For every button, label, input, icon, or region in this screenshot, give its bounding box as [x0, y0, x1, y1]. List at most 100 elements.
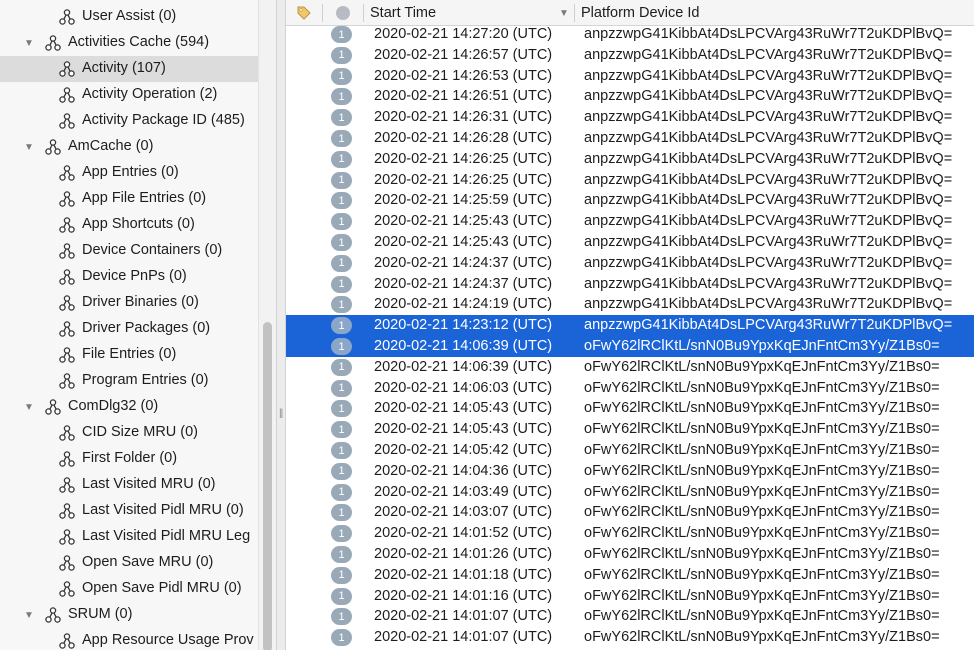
tree-item[interactable]: Activity Package ID (485) — [0, 108, 258, 134]
hierarchy-node-icon — [59, 347, 75, 363]
count-badge: 1 — [331, 546, 352, 563]
tree-item[interactable]: ▼ SRUM (0) — [0, 602, 258, 628]
table-row[interactable]: 1 2020-02-21 14:24:37 (UTC) anpzzwpG41Kibb… — [286, 253, 974, 274]
table-row[interactable]: 1 2020-02-21 14:25:43 (UTC) anpzzwpG41Kibb… — [286, 211, 974, 232]
table-row[interactable]: 1 2020-02-21 14:01:18 (UTC) oFwY62lRClKtL/… — [286, 565, 974, 586]
table-row[interactable]: 1 2020-02-21 14:05:43 (UTC) oFwY62lRClKtL/… — [286, 398, 974, 419]
tree-item[interactable]: Last Visited Pidl MRU Leg — [0, 524, 258, 550]
disclosure-triangle-down-icon[interactable]: ▼ — [23, 401, 35, 413]
tree-item[interactable]: Open Save MRU (0) — [0, 550, 258, 576]
tree-item[interactable]: ▼ Activities Cache (594) — [0, 30, 258, 56]
table-row[interactable]: 1 2020-02-21 14:26:25 (UTC) anpzzwpG41Kibb… — [286, 170, 974, 191]
tree-item[interactable]: Open Save Pidl MRU (0) — [0, 576, 258, 602]
column-divider[interactable] — [363, 4, 364, 22]
tree-item[interactable]: App Shortcuts (0) — [0, 212, 258, 238]
table-row[interactable]: 1 2020-02-21 14:04:36 (UTC) oFwY62lRClKtL/… — [286, 461, 974, 482]
tree-item[interactable]: ▼ ComDlg32 (0) — [0, 394, 258, 420]
tree-item[interactable]: CID Size MRU (0) — [0, 420, 258, 446]
table-row[interactable]: 1 2020-02-21 14:01:07 (UTC) oFwY62lRClKtL/… — [286, 606, 974, 627]
tree-item[interactable]: Driver Binaries (0) — [0, 290, 258, 316]
tree-item[interactable]: App File Entries (0) — [0, 186, 258, 212]
table-row[interactable]: 1 2020-02-21 14:01:26 (UTC) oFwY62lRClKtL/… — [286, 544, 974, 565]
disclosure-triangle-down-icon[interactable]: ▼ — [23, 141, 35, 153]
column-divider[interactable] — [574, 4, 575, 22]
count-badge: 1 — [331, 379, 352, 397]
tree-item[interactable]: Activity (107) — [0, 56, 258, 82]
table-row[interactable]: 1 2020-02-21 14:26:31 (UTC) anpzzwpG41Kibb… — [286, 107, 974, 128]
table-row[interactable]: 1 2020-02-21 14:24:37 (UTC) anpzzwpG41Kibb… — [286, 274, 974, 295]
column-header-platform-device-id[interactable]: Platform Device Id — [581, 0, 971, 26]
start-time-cell: 2020-02-21 14:26:57 (UTC) — [374, 46, 553, 63]
table-row[interactable]: 1 2020-02-21 14:27:20 (UTC) anpzzwpG41Kibb… — [286, 24, 974, 45]
start-time-cell: 2020-02-21 14:25:59 (UTC) — [374, 192, 553, 209]
table-row[interactable]: 1 2020-02-21 14:25:43 (UTC) anpzzwpG41Kibb… — [286, 232, 974, 253]
tree-scrollbar-thumb[interactable] — [263, 322, 272, 650]
table-row[interactable]: 1 2020-02-21 14:06:39 (UTC) oFwY62lRClKtL/… — [286, 357, 974, 378]
platform-device-id-cell: anpzzwpG41KibbAt4DsLPCVArg43RuWr7T2uKDPl… — [584, 109, 953, 126]
platform-device-id-cell: anpzzwpG41KibbAt4DsLPCVArg43RuWr7T2uKDPl… — [584, 46, 953, 63]
tree-item[interactable]: Last Visited MRU (0) — [0, 472, 258, 498]
table-row[interactable]: 1 2020-02-21 14:25:59 (UTC) anpzzwpG41Kibb… — [286, 190, 974, 211]
count-badge: 1 — [331, 109, 352, 127]
count-badge: 1 — [331, 421, 352, 439]
tree-item-label: Last Visited MRU (0) — [82, 476, 216, 492]
count-badge: 1 — [331, 88, 352, 106]
tree-scrollbar[interactable] — [258, 0, 276, 650]
table-row[interactable]: 1 2020-02-21 14:24:19 (UTC) anpzzwpG41Kibb… — [286, 294, 974, 315]
count-badge: 1 — [331, 213, 352, 231]
count-badge: 1 — [331, 483, 352, 501]
table-row[interactable]: 1 2020-02-21 14:01:52 (UTC) oFwY62lRClKtL/… — [286, 523, 974, 544]
column-header-start-time-label: Start Time — [370, 5, 437, 21]
tree-item[interactable]: First Folder (0) — [0, 446, 258, 472]
table-row[interactable]: 1 2020-02-21 14:05:43 (UTC) oFwY62lRClKtL/… — [286, 419, 974, 440]
hierarchy-node-icon — [59, 581, 75, 597]
tree-item[interactable]: Activity Operation (2) — [0, 82, 258, 108]
table-row[interactable]: 1 2020-02-21 14:05:42 (UTC) oFwY62lRClKtL/… — [286, 440, 974, 461]
hierarchy-node-icon — [59, 529, 75, 545]
tree-item[interactable]: Device PnPs (0) — [0, 264, 258, 290]
tree-item-label: Driver Binaries (0) — [82, 294, 199, 310]
table-row[interactable]: 1 2020-02-21 14:01:07 (UTC) oFwY62lRClKtL/… — [286, 627, 974, 648]
table-row[interactable]: 1 2020-02-21 14:26:51 (UTC) anpzzwpG41Kibb… — [286, 86, 974, 107]
hierarchy-node-icon — [59, 451, 75, 467]
table-row[interactable]: 1 2020-02-21 14:01:16 (UTC) oFwY62lRClKtL/… — [286, 586, 974, 607]
table-row[interactable]: 1 2020-02-21 14:26:53 (UTC) anpzzwpG41Kibb… — [286, 66, 974, 87]
splitter-grip-icon[interactable]: || — [279, 407, 284, 421]
start-time-cell: 2020-02-21 14:06:39 (UTC) — [374, 338, 553, 354]
tree-item[interactable]: ▼ AmCache (0) — [0, 134, 258, 160]
column-header-tag[interactable] — [286, 0, 322, 26]
platform-device-id-cell: oFwY62lRClKtL/snN0Bu9YpxKqEJnFntCm3Yy/Z1… — [584, 566, 940, 583]
table-row[interactable]: 1 2020-02-21 14:03:07 (UTC) oFwY62lRClKtL/… — [286, 502, 974, 523]
start-time-cell: 2020-02-21 14:06:03 (UTC) — [374, 379, 553, 396]
table-row[interactable]: 1 2020-02-21 14:06:39 (UTC) oFwY62lRClKtL/… — [286, 336, 974, 357]
hierarchy-node-icon — [45, 607, 61, 623]
pane-splitter[interactable]: || — [276, 0, 286, 650]
table-row[interactable]: 1 2020-02-21 14:06:03 (UTC) oFwY62lRClKtL/… — [286, 378, 974, 399]
chevron-down-icon[interactable]: ▼ — [559, 8, 569, 19]
table-row[interactable]: 1 2020-02-21 14:26:25 (UTC) anpzzwpG41Kibb… — [286, 149, 974, 170]
count-badge: 1 — [331, 629, 352, 647]
disclosure-triangle-down-icon[interactable]: ▼ — [23, 37, 35, 49]
count-badge: 1 — [331, 296, 352, 314]
column-header-status[interactable] — [323, 0, 363, 26]
start-time-cell: 2020-02-21 14:03:07 (UTC) — [374, 504, 553, 521]
tree-item[interactable]: App Resource Usage Prov — [0, 628, 258, 650]
table-row[interactable]: 1 2020-02-21 14:26:28 (UTC) anpzzwpG41Kibb… — [286, 128, 974, 149]
disclosure-triangle-down-icon[interactable]: ▼ — [23, 609, 35, 621]
platform-device-id-cell: oFwY62lRClKtL/snN0Bu9YpxKqEJnFntCm3Yy/Z1… — [584, 358, 940, 375]
tree-item[interactable]: App Entries (0) — [0, 160, 258, 186]
table-row[interactable]: 1 2020-02-21 14:23:12 (UTC) anpzzwpG41Kibb… — [286, 315, 974, 337]
tree-item[interactable]: User Assist (0) — [0, 4, 258, 30]
table-row[interactable]: 1 2020-02-21 14:03:49 (UTC) oFwY62lRClKtL/… — [286, 482, 974, 503]
column-header-platform-device-id-label: Platform Device Id — [581, 5, 700, 21]
table-row[interactable]: 1 2020-02-21 14:26:57 (UTC) anpzzwpG41Kibb… — [286, 45, 974, 66]
count-badge: 1 — [331, 608, 352, 626]
tree-item[interactable]: File Entries (0) — [0, 342, 258, 368]
column-header-start-time[interactable]: Start Time — [370, 0, 576, 26]
hierarchy-node-icon — [45, 399, 61, 415]
count-badge: 1 — [331, 254, 352, 272]
tree-item[interactable]: Program Entries (0) — [0, 368, 258, 394]
tree-item[interactable]: Device Containers (0) — [0, 238, 258, 264]
tree-item[interactable]: Last Visited Pidl MRU (0) — [0, 498, 258, 524]
tree-item[interactable]: Driver Packages (0) — [0, 316, 258, 342]
